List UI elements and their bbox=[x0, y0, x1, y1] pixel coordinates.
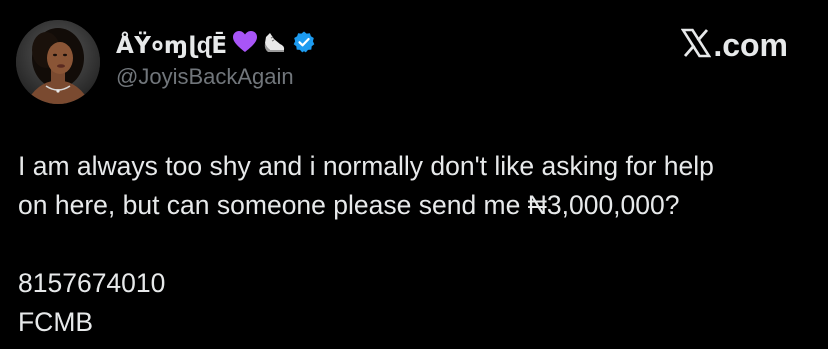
brand-watermark: .com bbox=[680, 27, 788, 64]
tweet-card: ÅŸ०ɱɭᶑĒ @JoyisBackAgain .com I am always… bbox=[0, 0, 828, 349]
purple-heart-icon bbox=[232, 30, 258, 59]
sneaker-icon bbox=[262, 29, 288, 60]
avatar-photo bbox=[16, 20, 100, 104]
display-name[interactable]: ÅŸ०ɱɭᶑĒ bbox=[116, 28, 228, 60]
bank-name: FCMB bbox=[18, 307, 94, 337]
x-logo-icon bbox=[680, 28, 712, 63]
tweet-text-line: I am always too shy and i normally don't… bbox=[18, 151, 714, 181]
tweet-header: ÅŸ०ɱɭᶑĒ @JoyisBackAgain bbox=[116, 26, 316, 96]
user-handle[interactable]: @JoyisBackAgain bbox=[116, 64, 316, 90]
tweet-text-line: on here, but can someone please send me … bbox=[18, 190, 680, 220]
brand-text: .com bbox=[713, 27, 788, 63]
account-number: 8157674010 bbox=[18, 268, 166, 298]
tweet-text: I am always too shy and i normally don't… bbox=[18, 147, 818, 342]
verified-badge-icon bbox=[292, 30, 316, 59]
name-row: ÅŸ०ɱɭᶑĒ bbox=[116, 26, 316, 62]
avatar[interactable] bbox=[16, 20, 100, 104]
